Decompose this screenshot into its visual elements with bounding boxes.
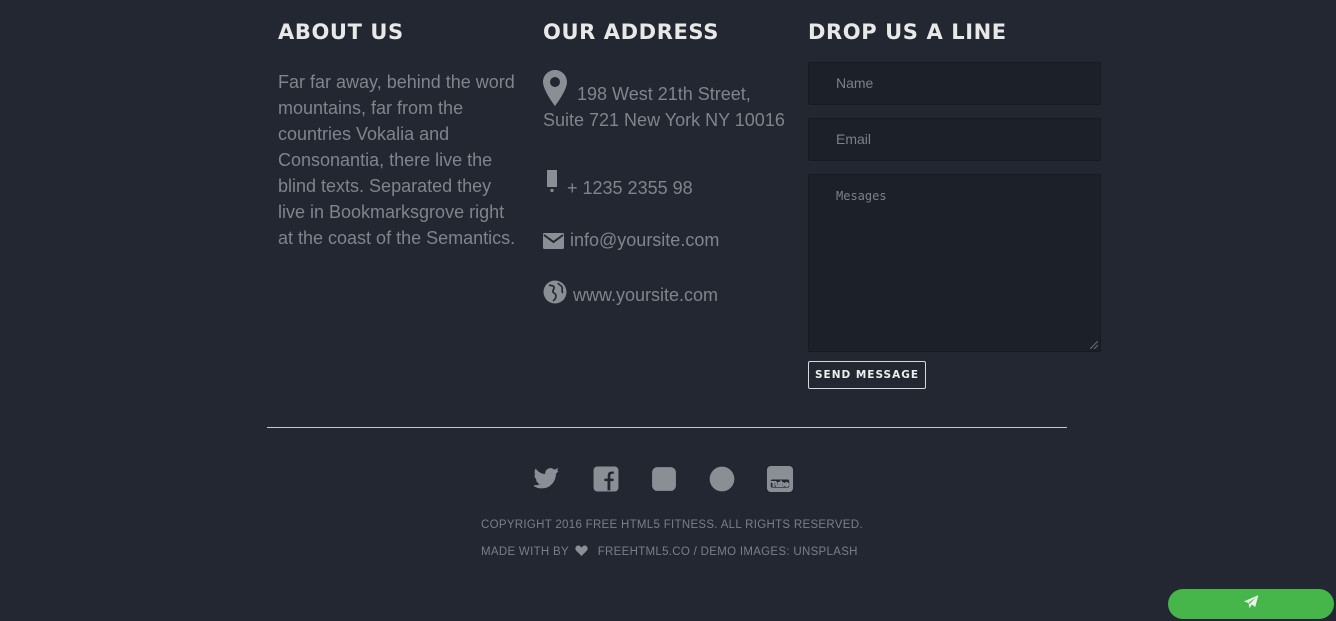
resize-handle-icon[interactable] — [1090, 341, 1098, 349]
demo-images-text: / DEMO IMAGES: — [693, 546, 790, 558]
email-text: info@yoursite.com — [570, 230, 720, 250]
footer-divider — [267, 427, 1067, 428]
phone-text: + 1235 2355 98 — [567, 178, 693, 198]
contact-heading: DROP US A LINE — [808, 20, 1007, 44]
svg-text:Tube: Tube — [771, 480, 789, 489]
name-placeholder: Name — [836, 75, 874, 91]
copyright-text: COPYRIGHT 2016 FREE HTML5 FITNESS. ALL R… — [481, 519, 863, 531]
globe-icon — [543, 280, 567, 309]
envelope-icon — [543, 233, 564, 254]
go-top-button[interactable] — [1168, 589, 1334, 619]
street-line-1: 198 West 21th Street, — [577, 84, 751, 104]
twitter-icon[interactable] — [533, 466, 561, 494]
unsplash-link[interactable]: UNSPLASH — [793, 546, 857, 558]
address-heading: OUR ADDRESS — [543, 20, 719, 44]
email-input[interactable]: Email — [808, 118, 1101, 161]
svg-text:You: You — [773, 470, 787, 479]
paper-plane-icon — [1243, 594, 1259, 614]
made-with-text: MADE WITH BY — [481, 546, 569, 558]
email-placeholder: Email — [836, 131, 872, 147]
name-input[interactable]: Name — [808, 62, 1101, 105]
message-textarea[interactable]: Mesages — [808, 174, 1101, 352]
street-line-2: Suite 721 New York NY 10016 — [543, 110, 785, 130]
map-pin-icon — [543, 70, 567, 111]
message-placeholder: Mesages — [836, 189, 887, 203]
send-message-button[interactable]: SEND MESSAGE — [808, 361, 926, 389]
phone-icon — [543, 165, 561, 200]
dribbble-icon[interactable] — [709, 466, 737, 494]
about-text: Far far away, behind the word mountains,… — [278, 72, 516, 248]
website-text: www.yoursite.com — [573, 285, 719, 305]
instagram-icon[interactable] — [651, 466, 679, 494]
facebook-icon[interactable] — [593, 466, 621, 494]
freehtml5-link[interactable]: FREEHTML5.CO — [598, 546, 690, 558]
heart-icon — [575, 545, 588, 559]
about-heading: ABOUT US — [278, 20, 404, 44]
made-with-line: MADE WITH BY FREEHTML5.CO / DEMO IMAGES:… — [481, 545, 858, 559]
youtube-icon[interactable]: You Tube — [767, 466, 795, 494]
